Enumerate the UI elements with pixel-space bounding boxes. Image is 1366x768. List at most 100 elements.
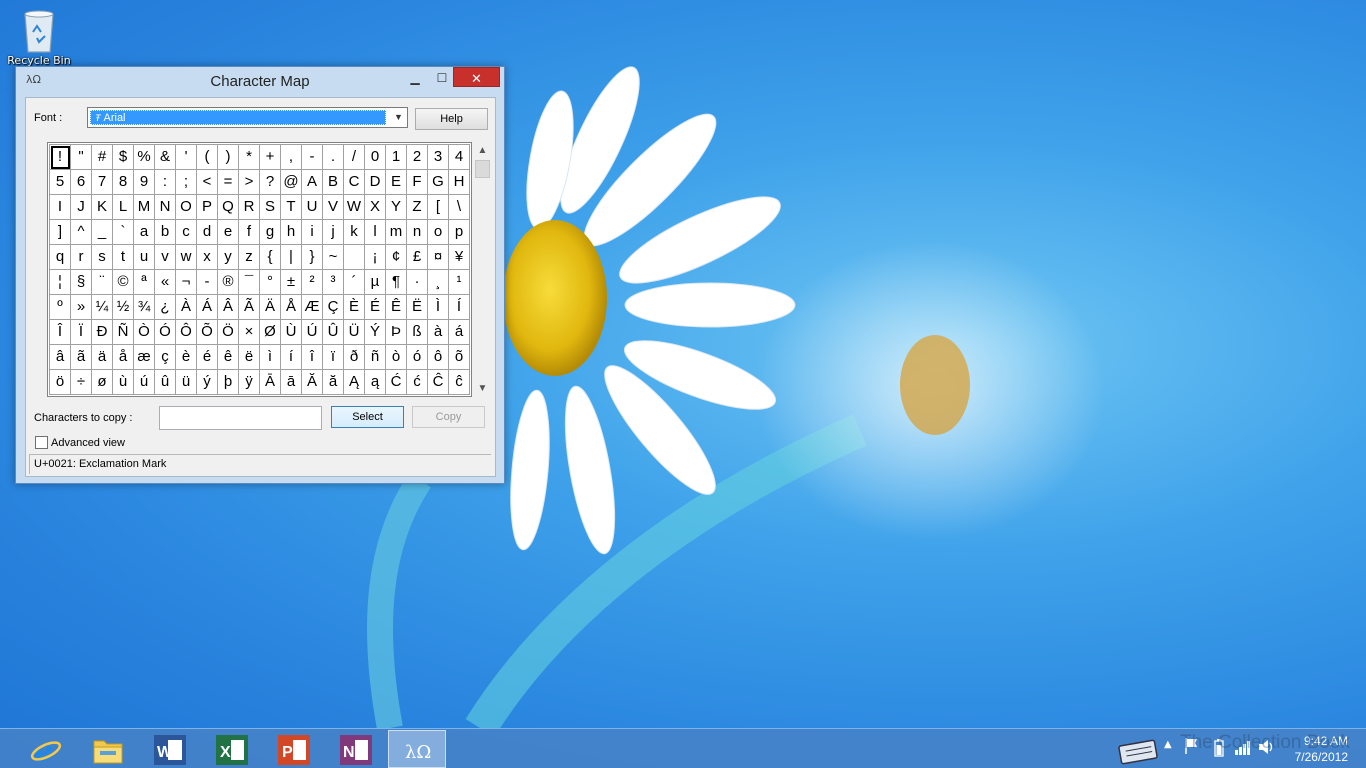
character-cell[interactable]: Q [218, 195, 239, 220]
character-cell[interactable]: Å [281, 295, 302, 320]
character-cell[interactable]: ÿ [239, 370, 260, 395]
taskbar-app-file-explorer[interactable] [78, 730, 136, 768]
character-cell[interactable]: ¾ [134, 295, 155, 320]
character-cell[interactable]: ¢ [386, 245, 407, 270]
character-cell[interactable]: l [365, 220, 386, 245]
character-cell[interactable]: ñ [365, 345, 386, 370]
character-cell[interactable]: - [302, 145, 323, 170]
character-cell[interactable]: T [281, 195, 302, 220]
character-cell[interactable]: _ [92, 220, 113, 245]
character-cell[interactable]: ¨ [92, 270, 113, 295]
character-cell[interactable]: ã [71, 345, 92, 370]
character-cell[interactable]: î [302, 345, 323, 370]
character-cell[interactable]: È [344, 295, 365, 320]
character-cell[interactable]: ¸ [428, 270, 449, 295]
character-cell[interactable]: ó [407, 345, 428, 370]
help-button[interactable]: Help [415, 108, 488, 130]
character-cell[interactable]: G [428, 170, 449, 195]
character-cell[interactable]: D [365, 170, 386, 195]
character-cell[interactable]: Ã [239, 295, 260, 320]
character-cell[interactable]: º [50, 295, 71, 320]
character-cell[interactable] [344, 245, 365, 270]
character-cell[interactable]: ¬ [176, 270, 197, 295]
character-cell[interactable]: O [176, 195, 197, 220]
character-cell[interactable]: ; [176, 170, 197, 195]
taskbar-app-character-map[interactable]: λΩ [388, 730, 446, 768]
character-cell[interactable]: Ą [344, 370, 365, 395]
character-cell[interactable]: { [260, 245, 281, 270]
character-cell[interactable]: ° [260, 270, 281, 295]
advanced-view-checkbox[interactable] [35, 436, 48, 449]
character-cell[interactable]: ` [113, 220, 134, 245]
character-cell[interactable]: = [218, 170, 239, 195]
minimize-button[interactable]: ▁ [402, 67, 428, 87]
character-cell[interactable]: h [281, 220, 302, 245]
character-cell[interactable]: ý [197, 370, 218, 395]
character-cell[interactable]: m [386, 220, 407, 245]
character-cell[interactable]: R [239, 195, 260, 220]
character-cell[interactable]: ĉ [449, 370, 470, 395]
character-cell[interactable]: a [134, 220, 155, 245]
character-cell[interactable]: ò [386, 345, 407, 370]
character-cell[interactable]: f [239, 220, 260, 245]
character-cell[interactable]: ü [176, 370, 197, 395]
character-cell[interactable]: Í [449, 295, 470, 320]
character-cell[interactable]: é [197, 345, 218, 370]
character-cell[interactable]: Þ [386, 320, 407, 345]
character-cell[interactable]: r [71, 245, 92, 270]
character-cell[interactable]: d [197, 220, 218, 245]
taskbar-app-word[interactable]: W [140, 730, 198, 768]
character-cell[interactable]: F [407, 170, 428, 195]
character-cell[interactable]: " [71, 145, 92, 170]
character-cell[interactable]: v [155, 245, 176, 270]
character-cell[interactable]: ā [281, 370, 302, 395]
character-cell[interactable]: Ö [218, 320, 239, 345]
character-cell[interactable]: Ð [92, 320, 113, 345]
character-cell[interactable]: L [113, 195, 134, 220]
character-cell[interactable]: Ø [260, 320, 281, 345]
character-cell[interactable]: w [176, 245, 197, 270]
character-cell[interactable]: ¦ [50, 270, 71, 295]
copy-button[interactable]: Copy [412, 406, 485, 428]
character-cell[interactable]: Y [386, 195, 407, 220]
character-cell[interactable]: © [113, 270, 134, 295]
character-cell[interactable]: u [134, 245, 155, 270]
character-cell[interactable]: Ý [365, 320, 386, 345]
character-cell[interactable]: Ù [281, 320, 302, 345]
character-cell[interactable]: ô [428, 345, 449, 370]
character-cell[interactable]: ð [344, 345, 365, 370]
character-cell[interactable]: E [386, 170, 407, 195]
character-cell[interactable]: ~ [323, 245, 344, 270]
character-cell[interactable]: ^ [71, 220, 92, 245]
character-cell[interactable]: > [239, 170, 260, 195]
character-cell[interactable]: Ì [428, 295, 449, 320]
desktop-icon-recycle-bin[interactable]: Recycle Bin [4, 4, 74, 70]
character-cell[interactable]: , [281, 145, 302, 170]
character-cell[interactable]: C [344, 170, 365, 195]
character-cell[interactable]: | [281, 245, 302, 270]
character-cell[interactable]: ą [365, 370, 386, 395]
character-cell[interactable]: ³ [323, 270, 344, 295]
character-cell[interactable]: ć [407, 370, 428, 395]
character-cell[interactable]: - [197, 270, 218, 295]
character-cell[interactable]: Û [323, 320, 344, 345]
character-cell[interactable]: Á [197, 295, 218, 320]
character-cell[interactable]: V [323, 195, 344, 220]
character-cell[interactable]: t [113, 245, 134, 270]
character-cell[interactable]: þ [218, 370, 239, 395]
character-cell[interactable]: À [176, 295, 197, 320]
character-cell[interactable]: Ñ [113, 320, 134, 345]
grid-scrollbar[interactable]: ▲ ▼ [474, 142, 491, 397]
character-cell[interactable]: » [71, 295, 92, 320]
character-cell[interactable]: ø [92, 370, 113, 395]
maximize-button[interactable]: ☐ [429, 67, 455, 87]
character-cell[interactable]: ! [50, 145, 71, 170]
character-cell[interactable]: $ [113, 145, 134, 170]
character-cell[interactable]: Ç [323, 295, 344, 320]
taskbar-app-internet-explorer[interactable]: e [16, 730, 74, 768]
character-cell[interactable]: 7 [92, 170, 113, 195]
character-cell[interactable]: ´ [344, 270, 365, 295]
character-cell[interactable]: ç [155, 345, 176, 370]
character-cell[interactable]: Æ [302, 295, 323, 320]
character-cell[interactable]: 6 [71, 170, 92, 195]
